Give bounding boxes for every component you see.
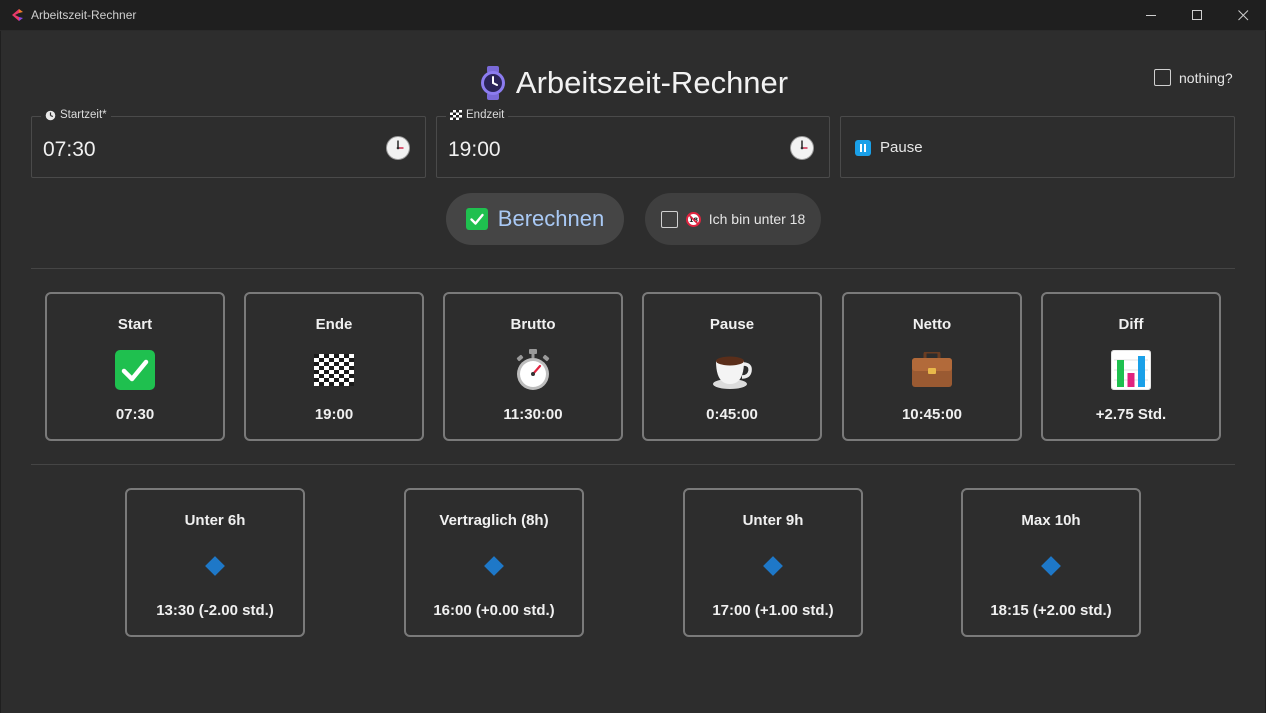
checkered-flag-icon [313, 349, 355, 391]
window-title: Arbeitszeit-Rechner [31, 8, 137, 22]
check-icon [465, 208, 488, 230]
calculate-button[interactable]: Berechnen [446, 193, 624, 245]
checkbox-box[interactable] [1154, 69, 1171, 86]
card-value: 18:15 (+2.00 std.) [990, 602, 1112, 619]
bar-chart-icon [1110, 349, 1152, 391]
nothing-checkbox[interactable]: nothing? [1154, 69, 1233, 86]
card-title: Pause [709, 316, 755, 333]
start-time-field[interactable]: Startzeit* 07:30 [31, 109, 426, 178]
pause-field[interactable]: Pause [840, 116, 1235, 178]
divider [31, 268, 1235, 269]
start-time-label-text: Startzeit* [60, 109, 107, 121]
pause-field-label: Pause [880, 139, 923, 156]
card-value: 0:45:00 [706, 406, 758, 423]
target-card-max-10h: Max 10h 18:15 (+2.00 std.) [961, 488, 1141, 637]
diamond-icon [194, 545, 236, 587]
calculate-button-label: Berechnen [497, 206, 605, 231]
close-button[interactable] [1220, 0, 1266, 31]
target-card-under-6h: Unter 6h 13:30 (-2.00 std.) [125, 488, 305, 637]
result-card-end: Ende 19:00 [244, 292, 424, 441]
clock-picker-icon[interactable] [789, 135, 815, 161]
card-title: Vertraglich (8h) [439, 512, 549, 529]
end-time-input[interactable]: 19:00 [448, 138, 501, 162]
under-18-checkbox[interactable]: 18 Ich bin unter 18 [645, 193, 821, 245]
minimize-icon [1145, 15, 1156, 16]
clock-small-icon [45, 110, 56, 120]
result-card-pause: Pause 0:45:00 [642, 292, 822, 441]
nothing-checkbox-label: nothing? [1179, 69, 1233, 86]
main-content: Arbeitszeit-Rechner nothing? Startzeit* … [1, 31, 1265, 713]
target-card-contract-8h: Vertraglich (8h) 16:00 (+0.00 std.) [404, 488, 584, 637]
diamond-icon [1030, 545, 1072, 587]
result-card-diff: Diff +2.75 Std. [1041, 292, 1221, 441]
card-value: 19:00 [314, 406, 354, 423]
pause-icon [855, 139, 871, 156]
divider [31, 464, 1235, 465]
card-title: Ende [315, 316, 353, 333]
checkered-flag-small-icon [450, 110, 462, 120]
under-18-label: Ich bin unter 18 [708, 211, 806, 227]
card-title: Unter 9h [742, 512, 804, 529]
card-value: 16:00 (+0.00 std.) [433, 602, 555, 619]
card-title: Netto [912, 316, 952, 333]
start-time-input[interactable]: 07:30 [43, 138, 96, 162]
coffee-icon [711, 349, 753, 391]
maximize-button[interactable] [1174, 0, 1220, 31]
end-time-field[interactable]: Endzeit 19:00 [436, 109, 830, 178]
card-value: 13:30 (-2.00 std.) [156, 602, 274, 619]
maximize-icon [1191, 10, 1202, 20]
card-title: Diff [1118, 316, 1144, 333]
minimize-button[interactable] [1128, 0, 1174, 31]
app-logo-icon [12, 9, 23, 21]
clock-picker-icon[interactable] [385, 135, 411, 161]
app-heading: Arbeitszeit-Rechner [1, 65, 1265, 101]
card-value: 07:30 [115, 406, 155, 423]
card-value: 11:30:00 [503, 406, 563, 423]
close-icon [1237, 10, 1248, 21]
card-value: 10:45:00 [901, 406, 963, 423]
result-card-net: Netto 10:45:00 [842, 292, 1022, 441]
card-value: 17:00 (+1.00 std.) [712, 602, 834, 619]
card-value: +2.75 Std. [1095, 406, 1167, 423]
diamond-icon [473, 545, 515, 587]
stopwatch-icon [512, 349, 554, 391]
pause-selector[interactable]: Pause [855, 139, 923, 156]
end-time-label: Endzeit [446, 109, 509, 121]
no-under-18-icon: 18 [685, 211, 701, 227]
watch-icon [480, 66, 505, 100]
check-icon [114, 349, 156, 391]
card-title: Brutto [510, 316, 556, 333]
diamond-icon [752, 545, 794, 587]
briefcase-icon [911, 349, 953, 391]
result-card-start: Start 07:30 [45, 292, 225, 441]
target-card-under-9h: Unter 9h 17:00 (+1.00 std.) [683, 488, 863, 637]
page-title: Arbeitszeit-Rechner [515, 65, 789, 100]
result-card-gross: Brutto 11:30:00 [443, 292, 623, 441]
title-bar: Arbeitszeit-Rechner [0, 0, 1266, 31]
checkbox-box[interactable] [660, 210, 678, 228]
card-title: Max 10h [1021, 512, 1081, 529]
card-title: Unter 6h [184, 512, 246, 529]
end-time-label-text: Endzeit [466, 109, 505, 121]
start-time-label: Startzeit* [41, 109, 111, 121]
card-title: Start [117, 316, 153, 333]
